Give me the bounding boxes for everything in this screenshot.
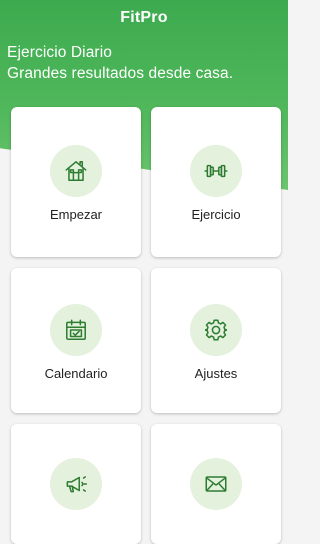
calendar-label: Calendario [44,366,108,381]
header-text: Ejercicio Diario Grandes resultados desd… [7,42,233,84]
header-subtitle: Grandes resultados desde casa. [7,65,234,82]
app-title: FitPro [120,9,168,26]
megaphone-icon [50,458,102,510]
app-bar: FitPro [0,0,288,36]
start-label: Empezar [49,207,103,222]
mail-icon [190,458,242,510]
calendar-icon [50,304,102,356]
home-icon [50,145,102,197]
exercise-card[interactable]: Ejercicio [151,107,281,257]
dumbbell-icon [190,145,242,197]
announcements-card[interactable] [11,424,141,544]
calendar-card[interactable]: Calendario [11,268,141,413]
start-card[interactable]: Empezar [11,107,141,257]
gear-icon [190,304,242,356]
settings-label: Ajustes [194,366,238,381]
exercise-label: Ejercicio [191,207,241,222]
settings-card[interactable]: Ajustes [151,268,281,413]
contact-card[interactable] [151,424,281,544]
header-title: Ejercicio Diario [7,44,112,61]
